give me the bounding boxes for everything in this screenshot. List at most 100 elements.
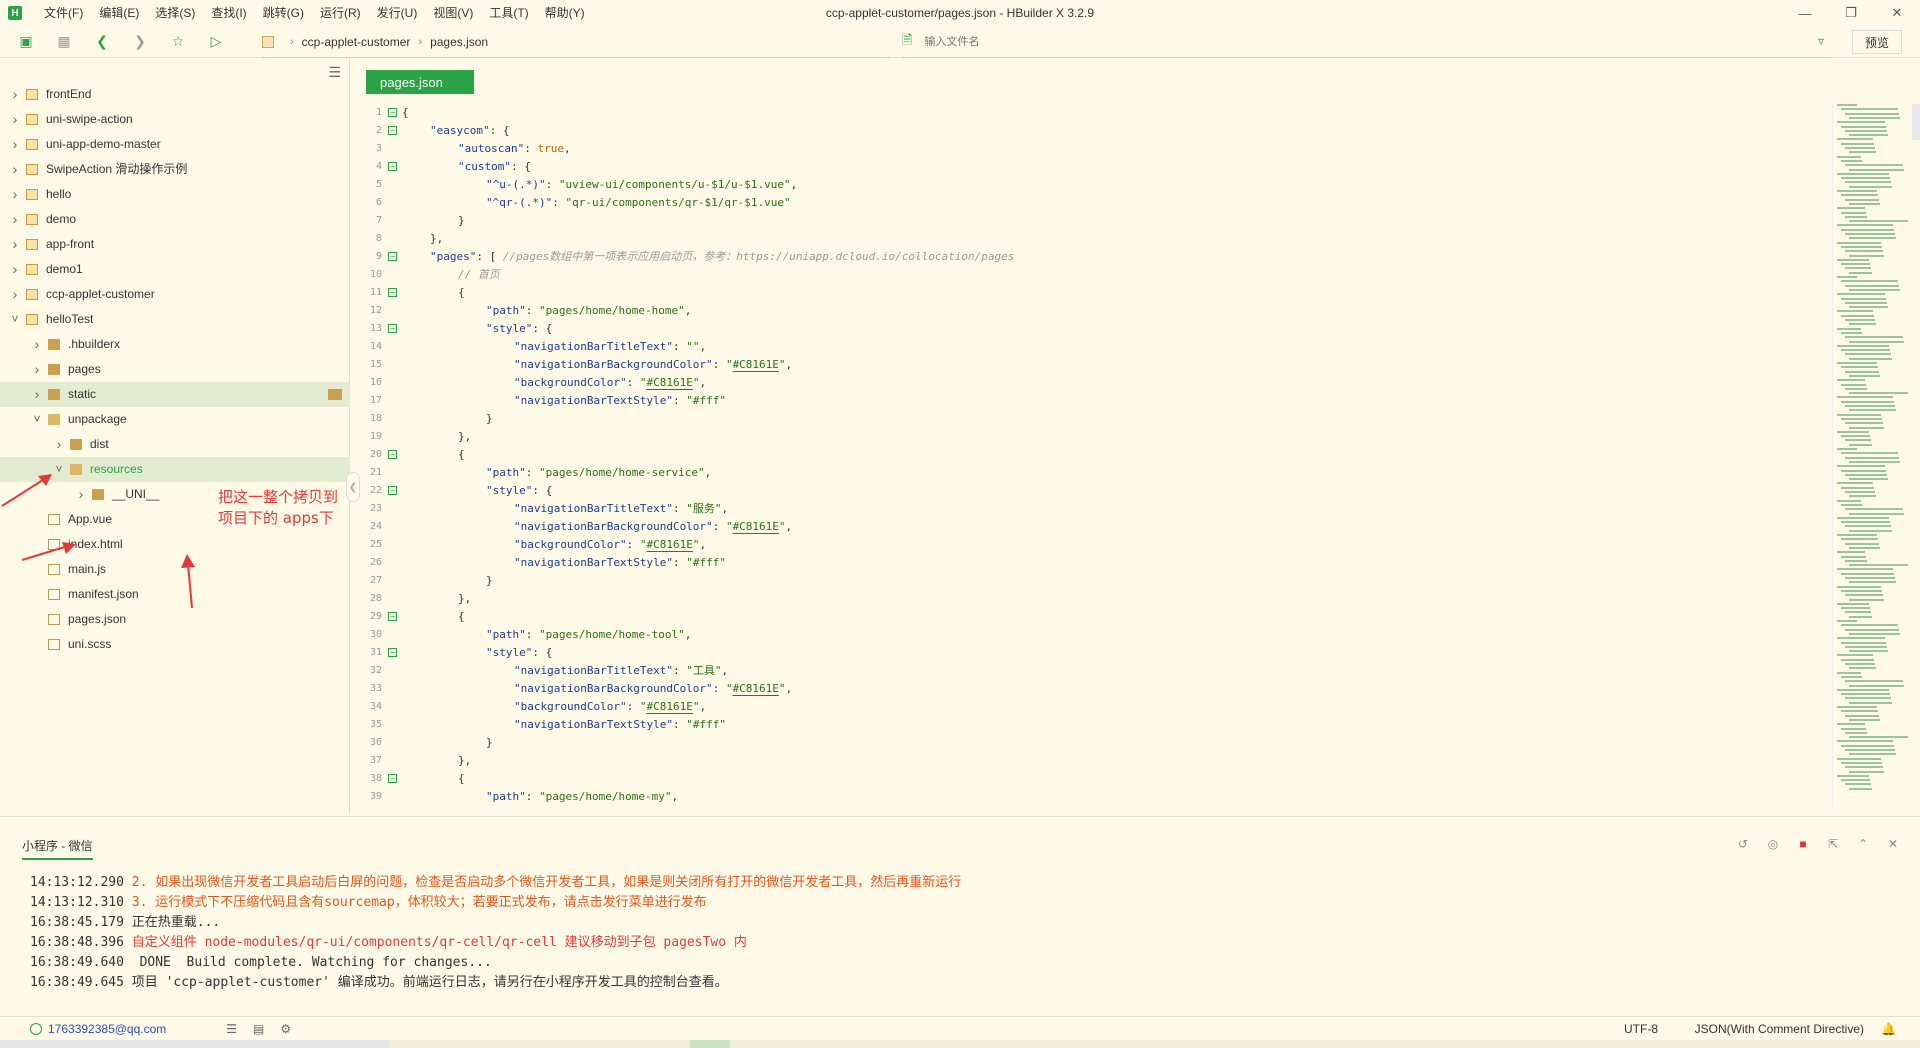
back-icon[interactable]: ❮ bbox=[90, 30, 114, 54]
code-line[interactable]: 23 "navigationBarTitleText": "服务", bbox=[352, 500, 1812, 518]
code-line[interactable]: 12 "path": "pages/home/home-home", bbox=[352, 302, 1812, 320]
code-line[interactable]: 25 "backgroundColor": "#C8161E", bbox=[352, 536, 1812, 554]
code-area[interactable]: 1−{2− "easycom": {3 "autoscan": true, 4− "cu… bbox=[352, 104, 1812, 806]
code-line[interactable]: 35 "navigationBarTextStyle": "#fff" bbox=[352, 716, 1812, 734]
settings-icon[interactable]: ⚙ bbox=[280, 1022, 291, 1036]
code-line[interactable]: 20− { bbox=[352, 446, 1812, 464]
favorite-star-icon[interactable]: ☆ bbox=[166, 30, 190, 54]
account-email[interactable]: 1763392385@qq.com bbox=[48, 1022, 166, 1036]
fold-toggle-icon[interactable]: − bbox=[388, 108, 397, 117]
chevron-right-icon[interactable]: › bbox=[10, 207, 20, 232]
code-line[interactable]: 37}, bbox=[352, 752, 1812, 770]
tree-item[interactable]: › app-front bbox=[0, 232, 350, 257]
save-icon[interactable]: ▦ bbox=[52, 30, 76, 54]
restart-icon[interactable]: ◎ bbox=[1758, 837, 1788, 851]
code-line[interactable]: 1−{ bbox=[352, 104, 1812, 122]
tree-item[interactable]: › dist bbox=[0, 432, 350, 457]
chevron-right-icon[interactable]: › bbox=[10, 157, 20, 182]
code-line[interactable]: 19}, bbox=[352, 428, 1812, 446]
menu-item[interactable]: 视图(V) bbox=[425, 0, 481, 26]
tree-item[interactable]: manifest.json bbox=[0, 582, 350, 607]
code-line[interactable]: 34 "backgroundColor": "#C8161E", bbox=[352, 698, 1812, 716]
menu-item[interactable]: 工具(T) bbox=[481, 0, 536, 26]
code-line[interactable]: 14 "navigationBarTitleText": "", bbox=[352, 338, 1812, 356]
tree-item[interactable]: pages.json bbox=[0, 607, 350, 632]
tree-item[interactable]: › uni-app-demo-master bbox=[0, 132, 350, 157]
fold-toggle-icon[interactable]: − bbox=[388, 450, 397, 459]
tree-item[interactable]: uni.scss bbox=[0, 632, 350, 657]
list-icon[interactable]: ☰ bbox=[226, 1022, 237, 1036]
code-line[interactable]: 6 "^qr-(.*)": "qr-ui/components/qr-$1/qr-… bbox=[352, 194, 1812, 212]
chevron-right-icon[interactable]: › bbox=[32, 382, 42, 407]
menu-item[interactable]: 查找(I) bbox=[203, 0, 254, 26]
tree-item[interactable]: › .hbuilderx bbox=[0, 332, 350, 357]
chevron-right-icon[interactable]: › bbox=[10, 82, 20, 107]
notification-bell-icon[interactable]: 🔔 bbox=[1881, 1022, 1896, 1036]
export-icon[interactable]: ⇱ bbox=[1818, 837, 1848, 851]
tree-item[interactable]: › demo bbox=[0, 207, 350, 232]
tab-pages-json[interactable]: pages.json bbox=[366, 70, 474, 94]
breadcrumb-item-file[interactable]: pages.json bbox=[430, 35, 488, 49]
open-devtools-icon[interactable]: ↺ bbox=[1728, 837, 1758, 851]
chevron-right-icon[interactable]: › bbox=[10, 132, 20, 157]
code-line[interactable]: 15 "navigationBarBackgroundColor": "#C816… bbox=[352, 356, 1812, 374]
code-line[interactable]: 24 "navigationBarBackgroundColor": "#C816… bbox=[352, 518, 1812, 536]
chevron-right-icon[interactable]: › bbox=[10, 182, 20, 207]
code-line[interactable]: 10 // 首页 bbox=[352, 266, 1812, 284]
code-line[interactable]: 8}, bbox=[352, 230, 1812, 248]
tree-item[interactable]: ˅ helloTest bbox=[0, 307, 350, 332]
tree-item[interactable]: › static bbox=[0, 382, 350, 407]
tree-item[interactable]: ˅ unpackage bbox=[0, 407, 350, 432]
breadcrumb-item-project[interactable]: ccp-applet-customer bbox=[302, 35, 411, 49]
code-line[interactable]: 26 "navigationBarTextStyle": "#fff" bbox=[352, 554, 1812, 572]
menu-item[interactable]: 运行(R) bbox=[312, 0, 369, 26]
fold-toggle-icon[interactable]: − bbox=[388, 288, 397, 297]
code-line[interactable]: 28}, bbox=[352, 590, 1812, 608]
forward-icon[interactable]: ❯ bbox=[128, 30, 152, 54]
code-line[interactable]: 33 "navigationBarBackgroundColor": "#C816… bbox=[352, 680, 1812, 698]
account-icon[interactable] bbox=[30, 1022, 42, 1035]
tree-item[interactable]: › ccp-applet-customer bbox=[0, 282, 350, 307]
tree-item[interactable]: › hello bbox=[0, 182, 350, 207]
code-line[interactable]: 16 "backgroundColor": "#C8161E", bbox=[352, 374, 1812, 392]
chevron-right-icon[interactable]: › bbox=[10, 282, 20, 307]
chevron-down-icon[interactable]: ˅ bbox=[10, 307, 20, 332]
hamburger-menu-icon[interactable]: ☰ bbox=[328, 64, 341, 81]
code-line[interactable]: 7} bbox=[352, 212, 1812, 230]
code-line[interactable]: 32 "navigationBarTitleText": "工具", bbox=[352, 662, 1812, 680]
new-file-icon[interactable]: ▣ bbox=[14, 30, 38, 54]
code-line[interactable]: 3 "autoscan": true, bbox=[352, 140, 1812, 158]
fold-toggle-icon[interactable]: − bbox=[388, 252, 397, 261]
code-line[interactable]: 36} bbox=[352, 734, 1812, 752]
tree-item[interactable]: › uni-swipe-action bbox=[0, 107, 350, 132]
chevron-right-icon[interactable]: › bbox=[10, 107, 20, 132]
tree-item[interactable]: › frontEnd bbox=[0, 82, 350, 107]
restore-icon[interactable]: ❐ bbox=[1828, 0, 1874, 26]
tree-item[interactable]: › pages bbox=[0, 357, 350, 382]
file-search-input[interactable] bbox=[924, 35, 1725, 48]
code-line[interactable]: 29− { bbox=[352, 608, 1812, 626]
menu-item[interactable]: 发行(U) bbox=[369, 0, 426, 26]
chevron-down-icon[interactable]: ˅ bbox=[32, 407, 42, 432]
fold-toggle-icon[interactable]: − bbox=[388, 648, 397, 657]
stop-icon[interactable]: ■ bbox=[1788, 837, 1818, 851]
code-line[interactable]: 27} bbox=[352, 572, 1812, 590]
code-line[interactable]: 11− { bbox=[352, 284, 1812, 302]
code-line[interactable]: 22− "style": { bbox=[352, 482, 1812, 500]
code-line[interactable]: 9− "pages": [ //pages数组中第一项表示应用启动页，参考：htt… bbox=[352, 248, 1812, 266]
syntax-indicator[interactable]: JSON(With Comment Directive) bbox=[1695, 1022, 1864, 1036]
run-icon[interactable]: ▷ bbox=[204, 30, 228, 54]
fold-toggle-icon[interactable]: − bbox=[388, 612, 397, 621]
menu-item[interactable]: 文件(F) bbox=[36, 0, 91, 26]
code-line[interactable]: 38− { bbox=[352, 770, 1812, 788]
terminal-icon[interactable]: ▤ bbox=[253, 1022, 264, 1036]
chevron-right-icon[interactable]: › bbox=[76, 482, 86, 507]
chevron-up-icon[interactable]: ⌃ bbox=[1848, 837, 1878, 851]
menu-item[interactable]: 跳转(G) bbox=[255, 0, 312, 26]
encoding-indicator[interactable]: UTF-8 bbox=[1624, 1022, 1658, 1036]
filter-icon[interactable]: ▿ bbox=[1818, 34, 1824, 48]
code-line[interactable]: 2− "easycom": { bbox=[352, 122, 1812, 140]
code-line[interactable]: 18} bbox=[352, 410, 1812, 428]
code-line[interactable]: 5 "^u-(.*)": "uview-ui/components/u-$1/u-… bbox=[352, 176, 1812, 194]
chevron-right-icon[interactable]: › bbox=[54, 432, 64, 457]
